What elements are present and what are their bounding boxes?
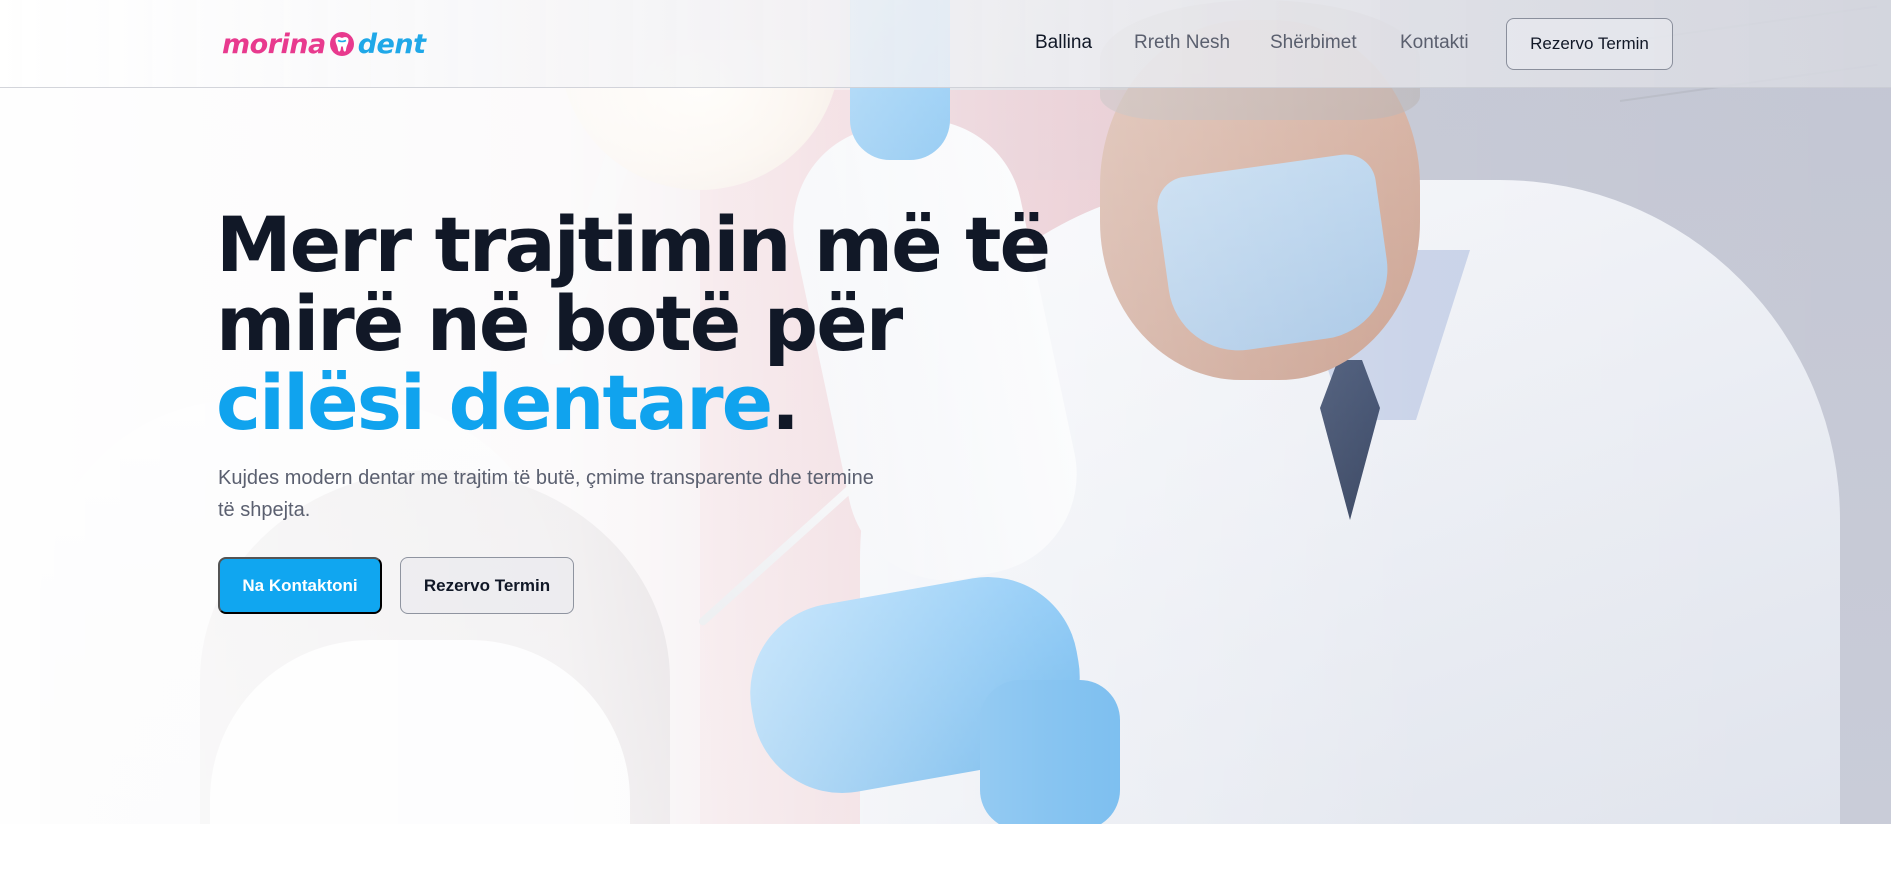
nav-item-sherbimet[interactable]: Shërbimet	[1270, 32, 1357, 54]
nav-item-ballina[interactable]: Ballina	[1035, 32, 1092, 54]
book-appointment-button[interactable]: Rezervo Termin	[400, 557, 574, 614]
contact-us-button[interactable]: Na Kontaktoni	[218, 557, 382, 614]
nav-item-kontakti[interactable]: Kontakti	[1400, 32, 1469, 54]
logo-text-morina: morina	[222, 28, 326, 60]
headline-line-1: Merr trajtimin më të	[216, 200, 1051, 289]
tooth-icon	[329, 32, 354, 56]
headline-line-2: mirë në botë për	[216, 279, 903, 368]
header-book-appointment-button[interactable]: Rezervo Termin	[1506, 18, 1673, 70]
headline-period: .	[771, 358, 800, 447]
hero-headline: Merr trajtimin më të mirë në botë për ci…	[216, 205, 1116, 442]
logo[interactable]: morina dent	[222, 24, 426, 64]
headline-accent: cilësi dentare	[216, 358, 773, 447]
logo-text-dent: dent	[357, 28, 426, 60]
site-header: morina dent Ballina Rreth Nesh Shërbimet…	[0, 0, 1891, 88]
nav-item-rreth-nesh[interactable]: Rreth Nesh	[1134, 32, 1230, 54]
hero-subtitle: Kujdes modern dentar me trajtim të butë,…	[218, 467, 874, 521]
